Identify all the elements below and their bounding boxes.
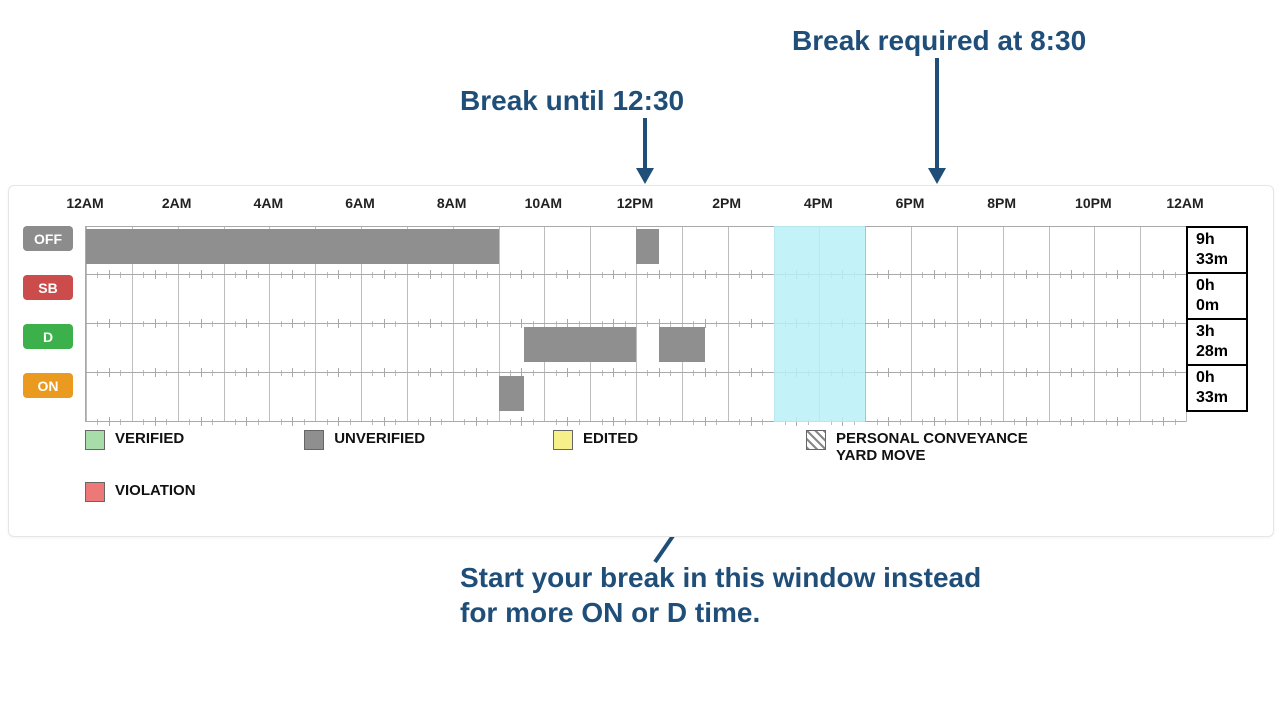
arrow-icon <box>630 118 660 188</box>
grid-row-on <box>86 373 1248 422</box>
annotation-break-until: Break until 12:30 <box>460 85 684 117</box>
legend: VERIFIED UNVERIFIED EDITED PERSONAL CONV… <box>85 430 1028 520</box>
totals-box: 9h33m0h0m3h28m0h33m <box>1186 226 1248 412</box>
hour-label: 10PM <box>1075 195 1112 211</box>
hour-label: 10AM <box>525 195 562 211</box>
legend-edited: EDITED <box>553 430 638 450</box>
hour-label: 6AM <box>345 195 375 211</box>
hour-label: 12AM <box>66 195 103 211</box>
arrow-icon <box>922 58 952 188</box>
annotation-window: Start your break in this window instead … <box>460 560 981 630</box>
duty-segment <box>524 327 636 362</box>
duty-segment <box>636 229 659 264</box>
duty-segment <box>499 376 524 411</box>
legend-unverified: UNVERIFIED <box>304 430 425 450</box>
hour-label: 12PM <box>617 195 654 211</box>
hour-label: 2PM <box>712 195 741 211</box>
hour-label: 4AM <box>254 195 284 211</box>
status-d-button[interactable]: D <box>23 324 73 349</box>
total-sb: 0h0m <box>1188 274 1246 320</box>
hour-label: 12AM <box>1166 195 1203 211</box>
hour-label: 8PM <box>987 195 1016 211</box>
total-on: 0h33m <box>1188 366 1246 410</box>
hour-label: 6PM <box>896 195 925 211</box>
legend-personal-conveyance: PERSONAL CONVEYANCE YARD MOVE <box>806 430 1028 464</box>
grid-rows: 9h33m0h0m3h28m0h33m <box>85 226 1248 422</box>
break-window-highlight <box>774 226 866 422</box>
legend-verified: VERIFIED <box>85 430 184 450</box>
status-on-button[interactable]: ON <box>23 373 73 398</box>
hour-axis: 12AM2AM4AM6AM8AM10AM12PM2PM4PM6PM8PM10PM… <box>85 210 1247 226</box>
total-d: 3h28m <box>1188 320 1246 366</box>
grid: 12AM2AM4AM6AM8AM10AM12PM2PM4PM6PM8PM10PM… <box>85 210 1247 422</box>
hour-label: 8AM <box>437 195 467 211</box>
hour-label: 2AM <box>162 195 192 211</box>
status-off-button[interactable]: OFF <box>23 226 73 251</box>
total-off: 9h33m <box>1188 228 1246 274</box>
annotation-break-required: Break required at 8:30 <box>792 25 1086 57</box>
legend-violation: VIOLATION <box>85 482 196 502</box>
duty-segment <box>86 229 499 264</box>
grid-row-sb <box>86 275 1248 324</box>
status-sb-button[interactable]: SB <box>23 275 73 300</box>
hour-label: 4PM <box>804 195 833 211</box>
eld-grid-panel: 12AM 2AM 4AM 6AM 8AM 10AM 12PM 2PM 4PM 6PM 8PM 10PM… <box>8 185 1274 537</box>
duty-segment <box>659 327 705 362</box>
